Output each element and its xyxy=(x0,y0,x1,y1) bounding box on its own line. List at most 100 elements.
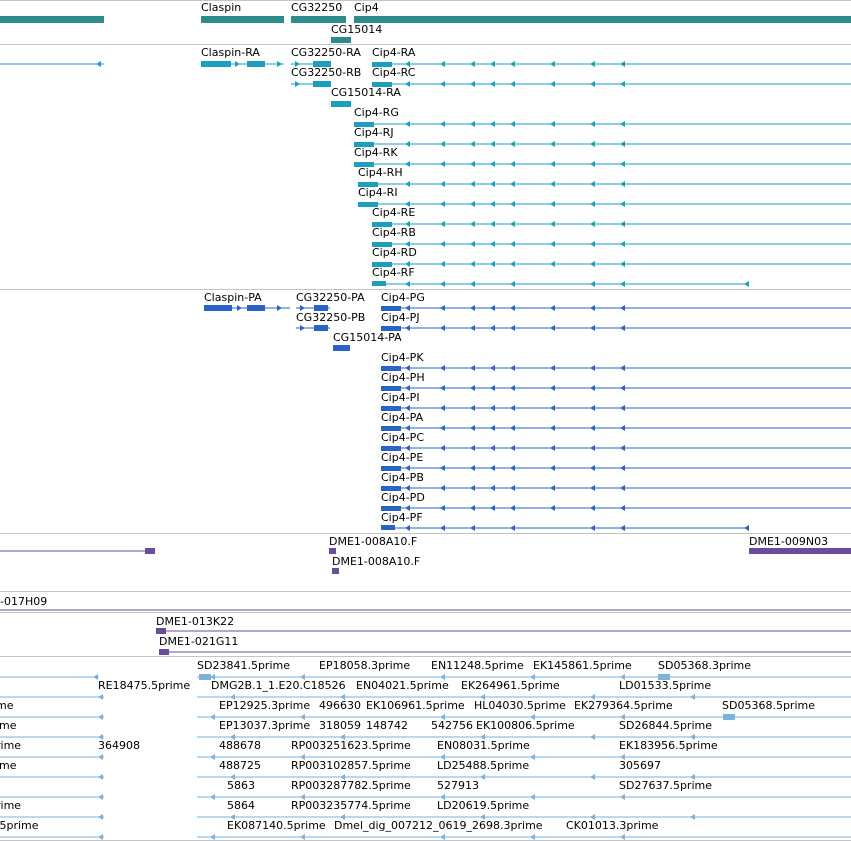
feature-label[interactable]: Cip4-PC xyxy=(381,432,424,444)
feature-label[interactable]: EK264961.5prime xyxy=(461,680,560,692)
strand-arrow-left xyxy=(490,305,495,311)
feature-label[interactable]: EP18058.3prime xyxy=(319,660,410,672)
feature-label[interactable]: 5864 xyxy=(227,800,255,812)
feature-label[interactable]: Cip4-RE xyxy=(372,207,415,219)
feature-label[interactable]: SD26844.5prime xyxy=(619,720,712,732)
feature-label[interactable]: RP003235774.5prime xyxy=(291,800,411,812)
strand-arrow-left xyxy=(405,141,410,147)
feature-label[interactable]: Cip4-PA xyxy=(381,412,423,424)
feature-label[interactable]: DME1-021G11 xyxy=(159,636,238,648)
feature-label[interactable]: Cip4 xyxy=(354,2,379,14)
feature-label[interactable]: 542756 xyxy=(431,720,473,732)
feature-label[interactable]: DME1-013K22 xyxy=(156,616,234,628)
feature-label[interactable]: Cip4-PF xyxy=(381,512,423,524)
feature-label[interactable]: EK279364.5prime xyxy=(574,700,673,712)
feature-label[interactable]: 488678 xyxy=(219,740,261,752)
feature-label[interactable]: SD05368.3prime xyxy=(658,660,751,672)
feature-label[interactable]: Claspin-RA xyxy=(201,47,260,59)
strand-arrow-left xyxy=(590,385,595,391)
feature-label[interactable]: 5863 xyxy=(227,780,255,792)
strand-arrow-left xyxy=(405,525,410,531)
feature-label[interactable]: RP003102857.5prime xyxy=(291,760,411,772)
feature-label[interactable]: ime xyxy=(0,720,17,732)
feature-label[interactable]: Cip4-PD xyxy=(381,492,425,504)
feature-label[interactable]: Cip4-RJ xyxy=(354,127,394,139)
feature-label[interactable]: EK100806.5prime xyxy=(476,720,575,732)
feature-label[interactable]: CG32250-RB xyxy=(291,67,361,79)
strand-arrow-left xyxy=(690,694,695,700)
feature-label[interactable]: 148742 xyxy=(366,720,408,732)
feature-label[interactable]: 488725 xyxy=(219,760,261,772)
feature-label[interactable]: rime xyxy=(0,740,21,752)
feature-label[interactable]: LD20619.5prime xyxy=(437,800,529,812)
feature-label[interactable]: EK106961.5prime xyxy=(366,700,465,712)
feature-label[interactable]: DMG2B.1_1.E20.C18526 xyxy=(211,680,346,692)
feature-label[interactable]: DME1-008A10.F xyxy=(332,556,420,568)
feature-label[interactable]: Claspin xyxy=(201,2,241,14)
feature-label[interactable]: CG32250-PA xyxy=(296,292,365,304)
strand-arrow-left xyxy=(620,365,625,371)
feature-label[interactable]: Cip4-RK xyxy=(354,147,398,159)
feature-label[interactable]: DME1-008A10.F xyxy=(329,536,417,548)
feature-label[interactable]: Cip4-RA xyxy=(372,47,415,59)
feature-label[interactable]: ime xyxy=(0,760,17,772)
feature-label[interactable]: LD01533.5prime xyxy=(619,680,711,692)
feature-label[interactable]: CG32250 xyxy=(291,2,342,14)
strand-arrow-left xyxy=(490,261,495,267)
feature-label[interactable]: SD05368.5prime xyxy=(722,700,815,712)
feature-label[interactable]: EP13037.3prime xyxy=(219,720,310,732)
feature-label[interactable]: Cip4-RH xyxy=(358,167,403,179)
feature-label[interactable]: RE18475.5prime xyxy=(98,680,190,692)
feature-label[interactable]: Cip4-RD xyxy=(372,247,417,259)
feature-label[interactable]: Cip4-PG xyxy=(381,292,425,304)
feature-label[interactable]: Cip4-RI xyxy=(358,187,398,199)
feature-label[interactable]: RP003251623.5prime xyxy=(291,740,411,752)
feature-label[interactable]: CG32250-PB xyxy=(296,312,365,324)
feature-label[interactable]: EN08031.5prime xyxy=(437,740,530,752)
feature-label[interactable]: CG15014-RA xyxy=(331,87,401,99)
feature-label[interactable]: 364908 xyxy=(98,740,140,752)
feature-label[interactable]: .5prime xyxy=(0,820,39,832)
strand-arrow-left xyxy=(590,405,595,411)
feature-label[interactable]: Dmel_dig_007212_0619_2698.3prime xyxy=(334,820,543,832)
feature-label[interactable]: Cip4-PI xyxy=(381,392,420,404)
feature-label[interactable]: Cip4-PJ xyxy=(381,312,420,324)
feature-label[interactable]: EP12925.3prime xyxy=(219,700,310,712)
feature-label[interactable]: LD25488.5prime xyxy=(437,760,529,772)
feature-label[interactable]: Cip4-PK xyxy=(381,352,424,364)
feature-label[interactable]: RP003287782.5prime xyxy=(291,780,411,792)
feature-label[interactable]: Cip4-RG xyxy=(354,107,399,119)
feature-label[interactable]: Cip4-PH xyxy=(381,372,425,384)
feature-label[interactable]: CK01013.3prime xyxy=(566,820,658,832)
feature-label[interactable]: -017H09 xyxy=(0,596,47,608)
feature-label[interactable]: 305697 xyxy=(619,760,661,772)
feature-label[interactable]: EN04021.5prime xyxy=(356,680,449,692)
feature-label[interactable]: SD23841.5prime xyxy=(197,660,290,672)
feature-label[interactable]: rime xyxy=(0,800,21,812)
strand-arrow-left xyxy=(440,161,445,167)
feature-label[interactable]: EK183956.5prime xyxy=(619,740,718,752)
feature-label[interactable]: Cip4-PB xyxy=(381,472,424,484)
feature-label[interactable]: 318059 xyxy=(319,720,361,732)
feature-label[interactable]: Cip4-RC xyxy=(372,67,415,79)
feature-label[interactable]: SD27637.5prime xyxy=(619,780,712,792)
feature-label[interactable]: 496630 xyxy=(319,700,361,712)
feature-label[interactable]: CG15014-PA xyxy=(333,332,402,344)
strand-arrow-left xyxy=(470,325,475,331)
feature-label[interactable]: EN11248.5prime xyxy=(431,660,524,672)
feature-label[interactable]: Cip4-PE xyxy=(381,452,423,464)
feature-label[interactable]: EK145861.5prime xyxy=(533,660,632,672)
feature-label[interactable]: Claspin-PA xyxy=(204,292,262,304)
strand-arrow-left xyxy=(98,694,103,700)
feature-label[interactable]: EK087140.5prime xyxy=(227,820,326,832)
feature-label[interactable]: me xyxy=(0,700,13,712)
feature-label[interactable]: DME1-009N03 xyxy=(749,536,828,548)
feature-label[interactable]: CG15014 xyxy=(331,24,382,36)
feature-label[interactable]: 527913 xyxy=(437,780,479,792)
feature-label[interactable]: HL04030.5prime xyxy=(474,700,566,712)
strand-arrow-left xyxy=(620,201,625,207)
feature-label[interactable]: CG32250-RA xyxy=(291,47,361,59)
feature-label[interactable]: Cip4-RB xyxy=(372,227,416,239)
strand-arrow-left xyxy=(96,61,101,67)
feature-label[interactable]: Cip4-RF xyxy=(372,267,415,279)
